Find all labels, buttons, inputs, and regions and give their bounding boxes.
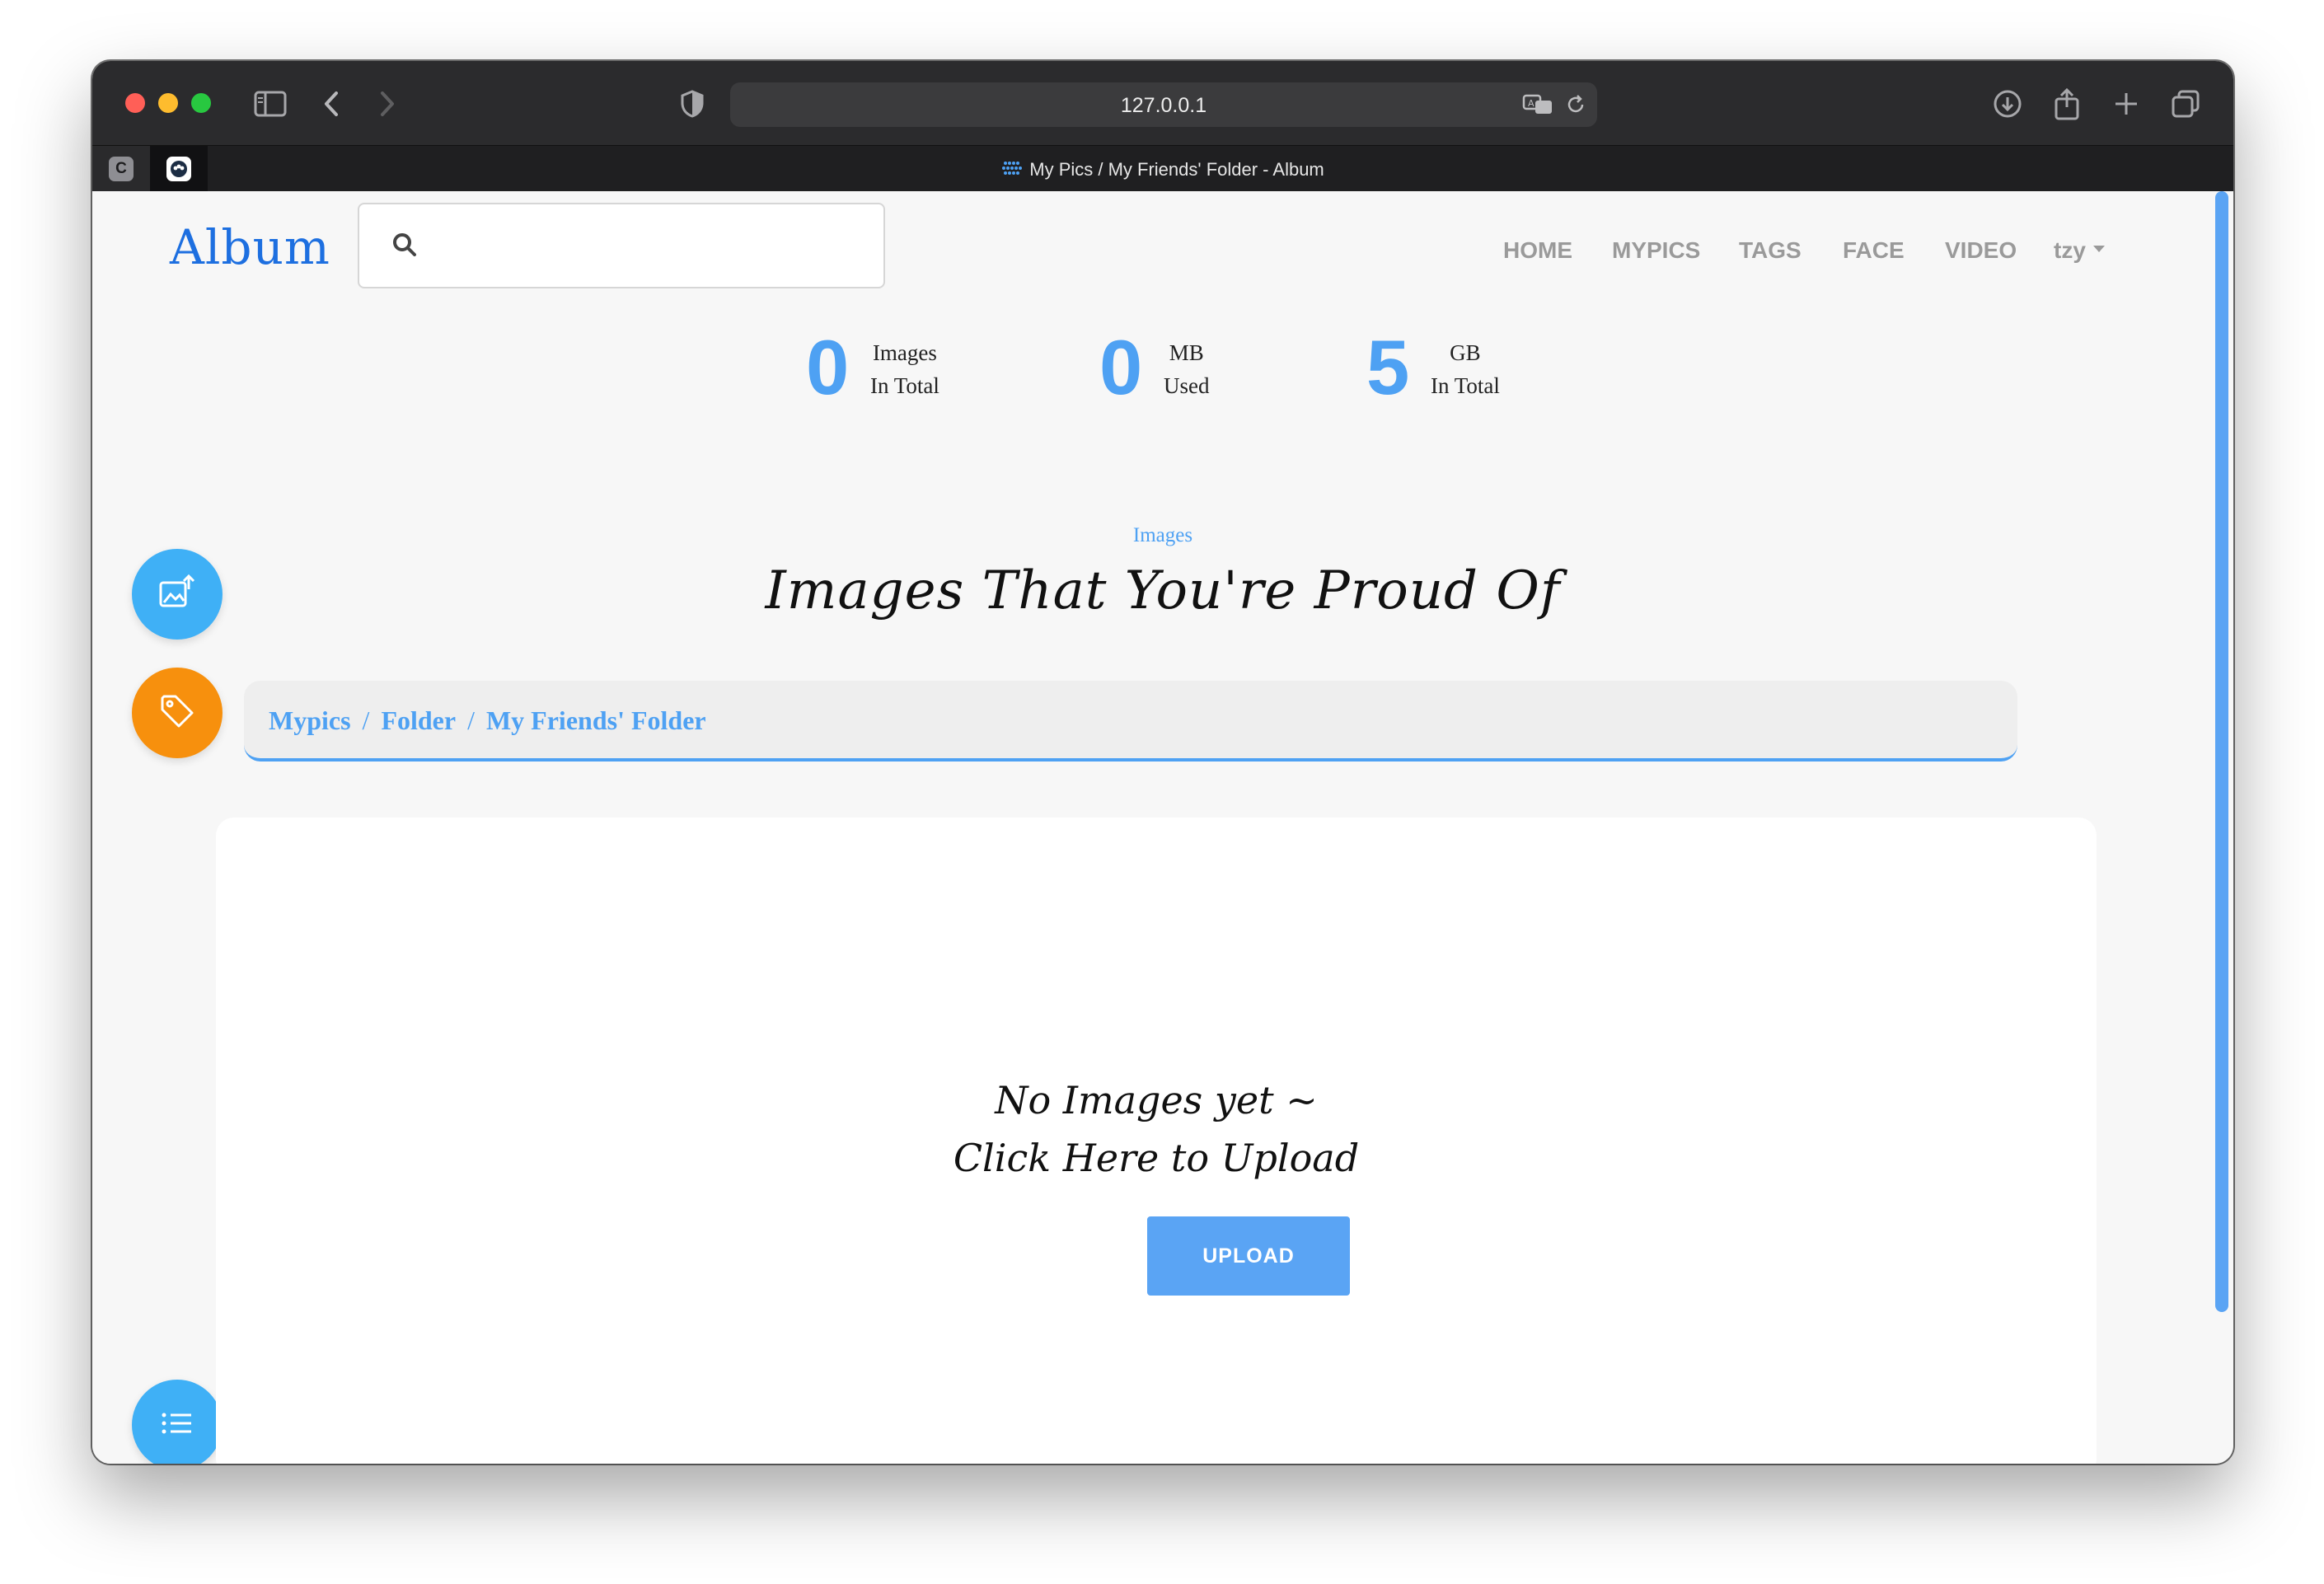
downloads-icon[interactable] <box>1989 86 2026 122</box>
stat-images-label: Images In Total <box>870 336 939 402</box>
section-eyebrow: Images <box>1132 524 1193 546</box>
browser-window: 127.0.0.1 A C My Pics / My Friends' Fold… <box>92 61 2233 1464</box>
tab-bar: C My Pics / My Friends' Folder - Album <box>92 145 2233 192</box>
stat-used-value: 0 <box>1099 324 1143 410</box>
translate-icon[interactable]: A <box>1520 87 1556 123</box>
share-icon[interactable] <box>2049 86 2085 122</box>
tags-fab[interactable] <box>132 668 223 758</box>
images-panel: No Images yet ~ Click Here to Upload UPL… <box>216 818 2097 1464</box>
back-icon[interactable] <box>313 86 349 122</box>
user-menu[interactable]: tzy <box>2054 237 2106 264</box>
nav-video[interactable]: VIDEO <box>1945 237 2017 264</box>
address-bar[interactable]: 127.0.0.1 A <box>730 82 1597 127</box>
sidebar-toggle-icon[interactable] <box>252 86 288 122</box>
breadcrumb: Mypics / Folder / My Friends' Folder <box>244 681 2017 762</box>
breadcrumb-separator: / <box>467 705 475 735</box>
tag-icon <box>159 693 195 733</box>
search-box[interactable] <box>358 203 885 288</box>
browser-toolbar: 127.0.0.1 A <box>92 61 2233 145</box>
tab-overview-icon[interactable] <box>2167 86 2204 122</box>
breadcrumb-mypics[interactable]: Mypics <box>269 705 351 735</box>
new-tab-icon[interactable] <box>2108 86 2144 122</box>
tab-title-text: My Pics / My Friends' Folder - Album <box>1029 159 1324 180</box>
zoom-window-button[interactable] <box>191 93 211 113</box>
search-input[interactable] <box>433 221 862 270</box>
stat-images-line2: In Total <box>870 373 939 398</box>
upload-button[interactable]: UPLOAD <box>1147 1216 1350 1296</box>
menu-fab[interactable] <box>132 1380 223 1464</box>
upload-image-fab[interactable] <box>132 549 223 640</box>
site-logo[interactable]: Album <box>170 219 330 275</box>
stat-used-line1: MB <box>1169 340 1204 365</box>
nav-mypics[interactable]: MYPICS <box>1612 237 1700 264</box>
active-tab[interactable]: My Pics / My Friends' Folder - Album <box>92 159 2233 180</box>
nav-face[interactable]: FACE <box>1843 237 1905 264</box>
minimize-window-button[interactable] <box>158 93 178 113</box>
url-text: 127.0.0.1 <box>1120 94 1207 117</box>
search-icon <box>392 232 417 261</box>
breadcrumb-folder[interactable]: Folder <box>381 705 456 735</box>
page-content: Album HOME MYPICS TAGS FACE VIDEO tzy 0 … <box>92 191 2233 1464</box>
stat-images-line1: Images <box>872 340 937 365</box>
stat-used-line2: Used <box>1164 373 1210 398</box>
stat-total-line2: In Total <box>1431 373 1500 398</box>
stat-images-value: 0 <box>806 324 850 410</box>
svg-text:A: A <box>1528 98 1534 109</box>
album-favicon-icon <box>1001 160 1023 178</box>
nav-tags[interactable]: TAGS <box>1739 237 1802 264</box>
page-title: Images That You're Proud Of <box>765 560 1561 621</box>
privacy-shield-icon[interactable] <box>674 86 710 122</box>
breadcrumb-current[interactable]: My Friends' Folder <box>486 705 706 735</box>
user-name: tzy <box>2054 237 2086 263</box>
caret-down-icon <box>2092 237 2106 263</box>
nav-home[interactable]: HOME <box>1503 237 1572 264</box>
reload-icon[interactable] <box>1558 87 1594 123</box>
close-window-button[interactable] <box>125 93 145 113</box>
list-icon <box>160 1408 194 1442</box>
stat-total-value: 5 <box>1366 324 1410 410</box>
breadcrumb-separator: / <box>362 705 370 735</box>
stat-used-label: MB Used <box>1164 336 1210 402</box>
stat-total-line1: GB <box>1450 340 1481 365</box>
page-scrollbar[interactable] <box>2215 191 2228 1312</box>
stat-total-label: GB In Total <box>1431 336 1500 402</box>
empty-state-title: No Images yet ~ <box>995 1078 1318 1122</box>
image-upload-icon <box>157 573 197 616</box>
empty-state-subtitle[interactable]: Click Here to Upload <box>216 1136 2097 1180</box>
forward-icon[interactable] <box>369 86 405 122</box>
